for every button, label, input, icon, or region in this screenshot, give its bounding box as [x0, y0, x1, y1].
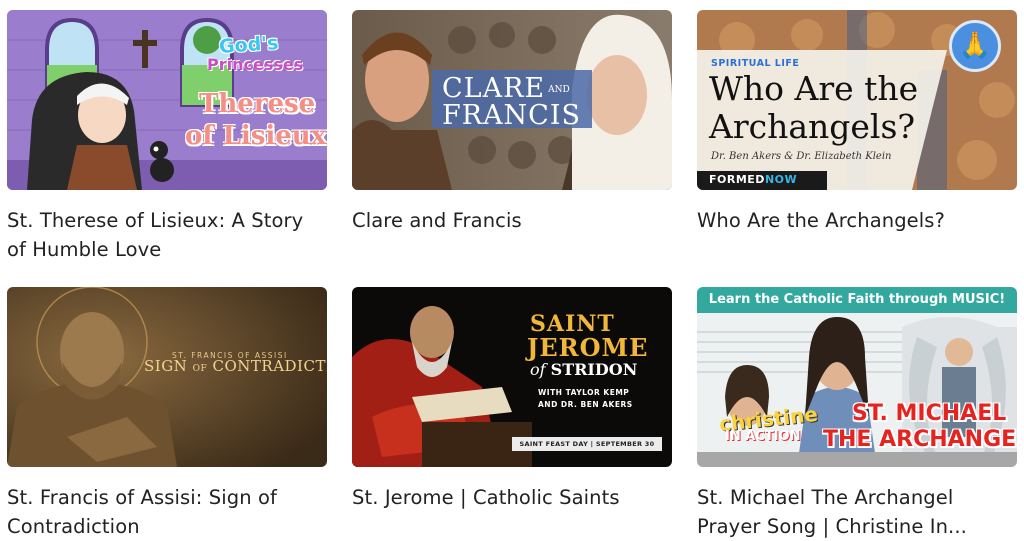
thumbnail-therese[interactable]: God's Princesses Therese of Lisieux: [7, 10, 327, 190]
thumbnail-authors: Dr. Ben Akers & Dr. Elizabeth Klein: [711, 151, 892, 162]
thumbnail-title-and: AND: [548, 84, 570, 95]
thumbnail-line-of: of: [530, 360, 546, 379]
thumbnail-st-michael[interactable]: Learn the Catholic Faith through MUSIC! …: [697, 287, 1017, 467]
in-action-logo-text: IN ACTION: [725, 429, 801, 444]
formed-now-logo: FORMEDNOW: [709, 173, 797, 186]
thumbnail-kicker: SPIRITUAL LIFE: [711, 58, 800, 69]
thumbnail-st-michael-text: ST. MICHAEL: [852, 401, 1007, 426]
content-card-clare-francis[interactable]: CLARE AND FRANCIS Clare and Francis: [352, 10, 672, 287]
thumbnail-headline-line2: Archangels?: [709, 107, 916, 146]
thumbnail-title: SIGN OF CONTRADICTION: [144, 357, 327, 375]
feast-day-date: SEPTEMBER 30: [595, 440, 655, 448]
thumbnail-hosts-line2: AND DR. BEN AKERS: [538, 400, 633, 409]
thumbnail-name-line2: of Lisieux: [185, 121, 327, 151]
content-card-jerome[interactable]: SAINT JEROME of STRIDON WITH TAYLOR KEMP…: [352, 287, 672, 540]
thumbnail-line-stridon: of STRIDON: [530, 360, 637, 379]
thumbnail-title-c: CONTRADICTION: [212, 357, 328, 375]
formed-now-logo-b: NOW: [764, 173, 798, 186]
card-title[interactable]: Clare and Francis: [352, 206, 672, 235]
thumbnail-title: CLARE AND FRANCIS: [442, 75, 582, 131]
card-title[interactable]: St. Michael The Archangel Prayer Song | …: [697, 483, 1017, 541]
thumbnail-line-stridon-word: STRIDON: [550, 360, 638, 379]
card-title[interactable]: St. Therese of Lisieux: A Story of Humbl…: [7, 206, 327, 264]
praying-hands-icon: 🙏: [949, 20, 1001, 72]
thumbnail-title-b: OF: [192, 364, 208, 374]
statue-image: [7, 287, 327, 467]
thumbnail-line-jerome: JEROME: [527, 333, 649, 362]
card-title[interactable]: Who Are the Archangels?: [697, 206, 1017, 235]
content-card-therese[interactable]: God's Princesses Therese of Lisieux St. …: [7, 10, 327, 287]
thumbnail-jerome[interactable]: SAINT JEROME of STRIDON WITH TAYLOR KEMP…: [352, 287, 672, 467]
thumbnail-headline-line1: Who Are the: [709, 69, 919, 108]
music-banner: Learn the Catholic Faith through MUSIC!: [697, 287, 1017, 313]
content-card-st-michael[interactable]: Learn the Catholic Faith through MUSIC! …: [697, 287, 1017, 540]
content-card-archangels[interactable]: SPIRITUAL LIFE Who Are the Archangels? D…: [697, 10, 1017, 287]
thumbnail-archangels[interactable]: SPIRITUAL LIFE Who Are the Archangels? D…: [697, 10, 1017, 190]
thumbnail-title-francis: FRANCIS: [442, 99, 582, 131]
formed-now-logo-a: FORMED: [709, 173, 765, 186]
content-card-francis-assisi[interactable]: ST. FRANCIS OF ASSISI SIGN OF CONTRADICT…: [7, 287, 327, 540]
thumbnail-headline: Who Are the Archangels?: [709, 70, 918, 146]
thumbnail-title-a: SIGN: [144, 357, 188, 375]
card-title[interactable]: St. Jerome | Catholic Saints: [352, 483, 672, 512]
thumbnail-name: Therese of Lisieux: [185, 88, 326, 152]
princesses-logo-text: Princesses: [207, 55, 304, 74]
content-grid: God's Princesses Therese of Lisieux St. …: [7, 10, 1017, 540]
feast-day-label: SAINT FEAST DAY: [519, 440, 589, 448]
thumbnail-name-line1: Therese: [199, 89, 316, 119]
thumbnail-hosts-line1: WITH TAYLOR KEMP: [538, 388, 630, 397]
feast-day-bar: SAINT FEAST DAY | SEPTEMBER 30: [512, 437, 662, 451]
thumbnail-clare-francis[interactable]: CLARE AND FRANCIS: [352, 10, 672, 190]
thumbnail-hosts: WITH TAYLOR KEMP AND DR. BEN AKERS: [538, 387, 633, 411]
thumbnail-francis-assisi[interactable]: ST. FRANCIS OF ASSISI SIGN OF CONTRADICT…: [7, 287, 327, 467]
thumbnail-archangel-text: THE ARCHANGEL: [823, 427, 1017, 452]
card-title[interactable]: St. Francis of Assisi: Sign of Contradic…: [7, 483, 327, 541]
